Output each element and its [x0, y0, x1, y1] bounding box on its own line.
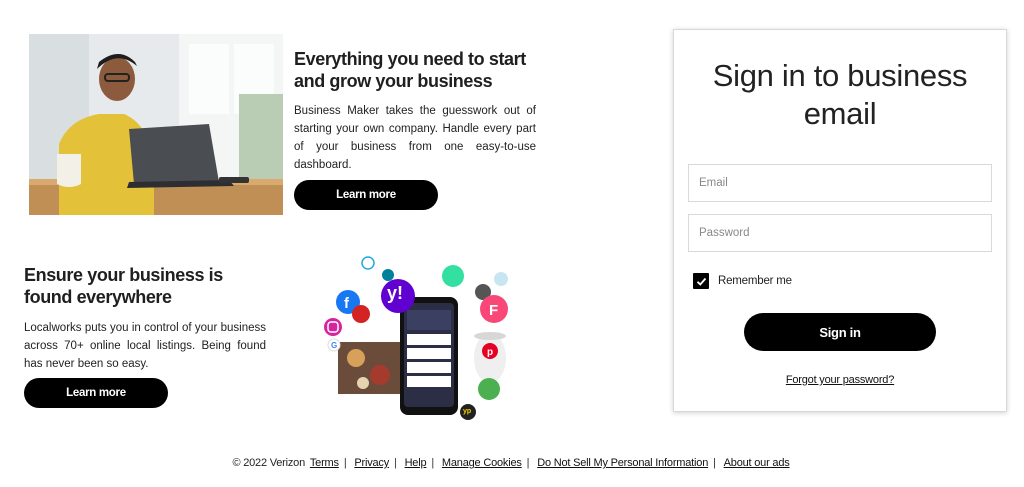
yp-logo-label: yp [463, 408, 472, 415]
footer-link-help[interactable]: Help [405, 457, 427, 469]
signin-card: Sign in to business email Remember me Si… [673, 29, 1007, 412]
copyright-text: © 2022 Verizon [232, 457, 306, 469]
signin-title: Sign in to business email [712, 58, 968, 131]
checkmark-icon [696, 277, 706, 286]
remember-me-checkbox[interactable] [693, 273, 709, 289]
yahoo-logo-label: y! [387, 283, 404, 303]
footer: © 2022 Verizon Terms | Privacy | Help | Man… [232, 457, 790, 469]
footer-link-do-not-sell[interactable]: Do Not Sell My Personal Information [537, 457, 708, 469]
svg-text:p: p [487, 347, 493, 358]
promo-title: Everything you need to start and grow yo… [294, 49, 526, 91]
promo-business-maker: Everything you need to start and grow yo… [294, 48, 536, 174]
footer-link-about-ads[interactable]: About our ads [724, 457, 790, 469]
footer-link-terms[interactable]: Terms [310, 457, 339, 469]
email-input[interactable] [688, 164, 992, 202]
forgot-password-link[interactable]: Forgot your password? [674, 374, 1006, 386]
promo-woman-laptop-photo [29, 34, 283, 215]
learn-more-business-maker-button[interactable]: Learn more [294, 180, 438, 210]
remember-me-label: Remember me [718, 275, 792, 287]
svg-text:F: F [489, 302, 498, 319]
footer-link-privacy[interactable]: Privacy [354, 457, 389, 469]
svg-text:G: G [331, 341, 337, 350]
footer-link-manage-cookies[interactable]: Manage Cookies [442, 457, 522, 469]
promo-title: Ensure your business is found everywhere [24, 265, 223, 307]
password-input[interactable] [688, 214, 992, 252]
promo-description: Localworks puts you in control of your b… [24, 322, 266, 370]
promo-description: Business Maker takes the guesswork out o… [294, 105, 536, 171]
sign-in-button[interactable]: Sign in [744, 313, 936, 351]
remember-me-row: Remember me [693, 273, 792, 289]
local-listings-illustration: f G F p y! yp [318, 250, 532, 428]
learn-more-localworks-button[interactable]: Learn more [24, 378, 168, 408]
promo-localworks: Ensure your business is found everywhere… [24, 264, 266, 373]
